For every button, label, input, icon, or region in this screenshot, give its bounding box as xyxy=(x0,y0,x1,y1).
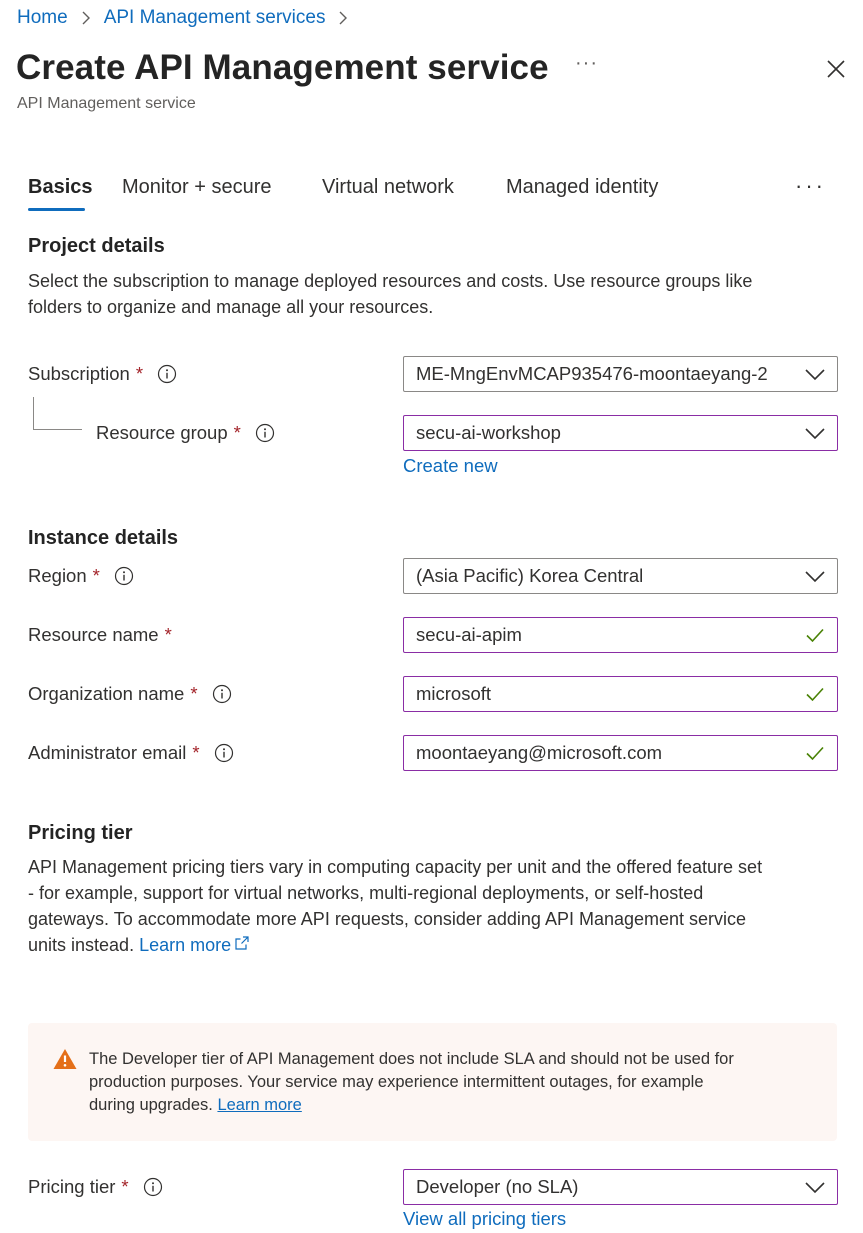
active-tab-indicator xyxy=(28,208,85,211)
chevron-down-icon xyxy=(805,1182,825,1194)
close-icon[interactable] xyxy=(824,57,848,81)
pricing-tier-dropdown[interactable]: Developer (no SLA) xyxy=(403,1169,838,1205)
warning-icon xyxy=(53,1049,77,1069)
warning-message: The Developer tier of API Management doe… xyxy=(89,1050,734,1114)
chevron-down-icon xyxy=(805,571,825,583)
resource-group-label: Resource group * xyxy=(96,422,275,444)
administrator-email-input[interactable]: moontaeyang@microsoft.com xyxy=(403,735,838,771)
tab-virtual-network[interactable]: Virtual network xyxy=(322,176,454,199)
more-options-button[interactable]: ··· xyxy=(575,52,598,75)
resource-name-input[interactable]: secu-ai-apim xyxy=(403,617,838,653)
checkmark-icon xyxy=(806,687,824,702)
page-title: Create API Management service xyxy=(16,48,549,87)
info-icon[interactable] xyxy=(143,1177,163,1197)
info-icon[interactable] xyxy=(157,364,177,384)
subscription-dropdown[interactable]: ME-MngEnvMCAP935476-moontaeyang-2 xyxy=(403,356,838,392)
resource-group-dropdown[interactable]: secu-ai-workshop xyxy=(403,415,838,451)
region-label: Region * xyxy=(28,565,134,587)
info-icon[interactable] xyxy=(212,684,232,704)
instance-details-heading: Instance details xyxy=(28,527,179,549)
required-indicator: * xyxy=(164,624,172,645)
pricing-tier-heading: Pricing tier xyxy=(28,822,133,844)
tab-basics[interactable]: Basics xyxy=(28,176,93,199)
required-indicator: * xyxy=(135,363,144,384)
tab-monitor-secure[interactable]: Monitor + secure xyxy=(122,176,272,199)
chevron-right-icon xyxy=(82,11,90,25)
project-details-heading: Project details xyxy=(28,235,165,257)
breadcrumb-services-link[interactable]: API Management services xyxy=(104,7,326,29)
project-details-description: Select the subscription to manage deploy… xyxy=(28,271,753,317)
chevron-down-icon xyxy=(805,369,825,381)
organization-name-input[interactable]: microsoft xyxy=(403,676,838,712)
required-indicator: * xyxy=(233,422,241,443)
learn-more-link[interactable]: Learn more xyxy=(139,935,250,955)
view-all-pricing-tiers-link[interactable]: View all pricing tiers xyxy=(403,1208,566,1230)
region-dropdown[interactable]: (Asia Pacific) Korea Central xyxy=(403,558,838,594)
chevron-right-icon xyxy=(339,11,348,25)
hierarchy-connector xyxy=(33,397,82,430)
create-new-resource-group-link[interactable]: Create new xyxy=(403,455,498,477)
administrator-email-label: Administrator email * xyxy=(28,742,234,764)
required-indicator: * xyxy=(190,683,198,704)
subscription-label: Subscription * xyxy=(28,363,177,385)
required-indicator: * xyxy=(121,1176,129,1197)
organization-name-label: Organization name * xyxy=(28,683,232,705)
pricing-tier-description: API Management pricing tiers vary in com… xyxy=(28,857,763,955)
tab-managed-identity[interactable]: Managed identity xyxy=(506,176,658,199)
info-icon[interactable] xyxy=(255,423,275,443)
chevron-down-icon xyxy=(805,428,825,440)
breadcrumb: Home API Management services xyxy=(17,7,361,29)
tabs-more-button[interactable]: ··· xyxy=(795,173,826,199)
checkmark-icon xyxy=(806,628,824,643)
info-icon[interactable] xyxy=(114,566,134,586)
breadcrumb-home-link[interactable]: Home xyxy=(17,7,68,29)
required-indicator: * xyxy=(192,742,200,763)
page-subtitle: API Management service xyxy=(17,95,196,112)
resource-name-label: Resource name * xyxy=(28,624,172,645)
required-indicator: * xyxy=(92,565,100,586)
external-link-icon xyxy=(235,936,249,950)
info-icon[interactable] xyxy=(214,743,234,763)
checkmark-icon xyxy=(806,746,824,761)
warning-learn-more-link[interactable]: Learn more xyxy=(217,1096,301,1114)
pricing-tier-label: Pricing tier * xyxy=(28,1176,163,1198)
